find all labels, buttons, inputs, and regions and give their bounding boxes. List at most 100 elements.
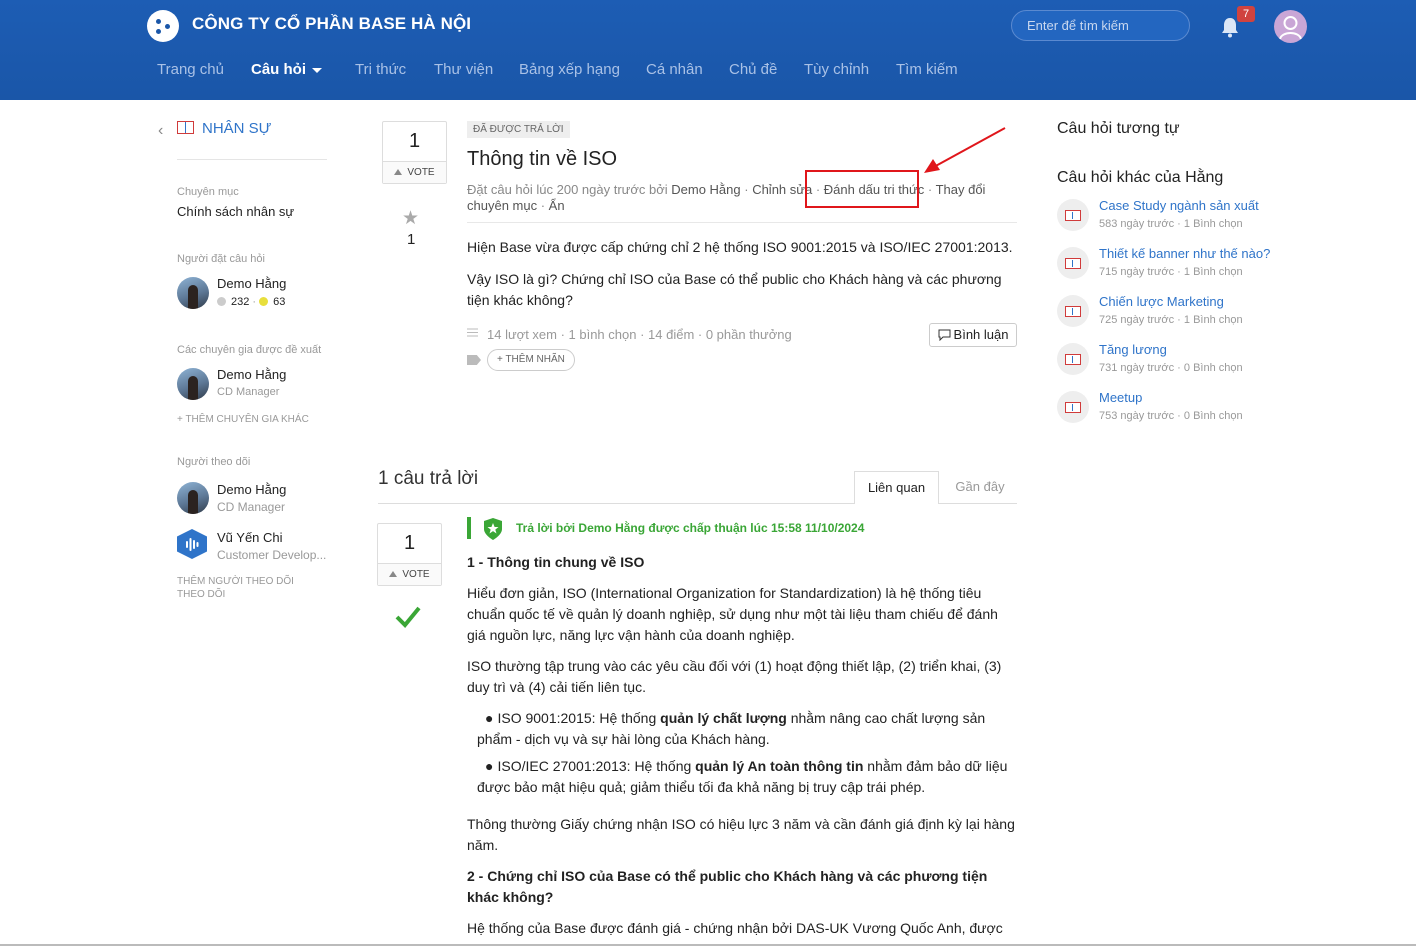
avatar[interactable]: [177, 368, 209, 400]
answer-paragraph: Hệ thống của Base được đánh giá - chứng …: [467, 920, 1003, 936]
shield-star-icon: [484, 518, 502, 540]
nav-search[interactable]: Tìm kiếm: [896, 61, 958, 78]
top-header: CÔNG TY CỔ PHẦN BASE HÀ NỘI Enter để tìm…: [0, 0, 1416, 100]
search-input[interactable]: Enter để tìm kiếm: [1011, 10, 1190, 41]
related-question-link[interactable]: Case Study ngành sản xuất: [1099, 198, 1259, 213]
follower-role: Customer Develop...: [217, 548, 327, 562]
nav-questions[interactable]: Câu hỏi: [251, 61, 322, 78]
tab-recent[interactable]: Gần đây: [944, 471, 1016, 504]
page-title: Thông tin về ISO: [467, 148, 618, 170]
expert-role: CD Manager: [217, 386, 280, 398]
related-question-link[interactable]: Thiết kế banner như thế nào?: [1099, 246, 1270, 261]
book-icon: [1057, 199, 1089, 231]
arrow-up-icon: [389, 571, 398, 577]
experts-label: Các chuyên gia được đề xuất: [177, 344, 322, 356]
related-question-link[interactable]: Tăng lương: [1099, 342, 1167, 357]
related-question-link[interactable]: Chiến lược Marketing: [1099, 294, 1224, 309]
related-question-meta: 715 ngày trước · 1 Bình chọn: [1099, 266, 1243, 278]
accepted-answer-text: Trả lời bởi Demo Hằng được chấp thuận lú…: [516, 521, 865, 535]
similar-questions-title: Câu hỏi tương tự: [1057, 120, 1180, 137]
company-name[interactable]: CÔNG TY CỔ PHẦN BASE HÀ NỘI: [192, 14, 471, 34]
add-follower-link[interactable]: THÊM NGƯỜI THEO DÕI THEO DÕI: [177, 575, 294, 601]
back-chevron-icon[interactable]: ‹: [158, 122, 163, 140]
nav-customize[interactable]: Tùy chỉnh: [804, 61, 869, 78]
chevron-down-icon: [312, 67, 322, 73]
question-vote-box[interactable]: 1 VOTE: [382, 121, 447, 184]
answer-paragraph: ISO thường tập trung vào các yêu cầu đối…: [467, 658, 1002, 695]
user-logo-icon[interactable]: [177, 529, 207, 559]
avatar[interactable]: [177, 482, 209, 514]
related-question-meta: 753 ngày trước · 0 Bình chọn: [1099, 410, 1243, 422]
user-avatar[interactable]: [1274, 10, 1307, 43]
follower-name[interactable]: Vũ Yến Chi: [217, 530, 283, 545]
book-icon: [1057, 343, 1089, 375]
arrow-up-icon: [394, 169, 403, 175]
vote-button[interactable]: VOTE: [383, 161, 446, 183]
question-body-line: Vậy ISO là gì? Chứng chỉ ISO của Base có…: [467, 271, 1002, 308]
answer-paragraph: Hiểu đơn giản, ISO (International Organi…: [467, 585, 998, 643]
book-icon: [1057, 247, 1089, 279]
highlight-box: [805, 170, 919, 208]
answer-paragraph: Thông thường Giấy chứng nhận ISO có hiệu…: [467, 816, 1015, 853]
nav-topics[interactable]: Chủ đề: [729, 61, 777, 78]
badge-dot-icon: [259, 297, 269, 306]
related-question-meta: 731 ngày trước · 0 Bình chọn: [1099, 362, 1243, 374]
department-link[interactable]: NHÂN SỰ: [202, 120, 272, 137]
hide-link[interactable]: Ẩn: [549, 198, 565, 213]
book-icon: [177, 121, 194, 134]
star-icon[interactable]: ★: [402, 207, 419, 230]
answer-vote-box[interactable]: 1 VOTE: [377, 523, 442, 586]
related-question-meta: 725 ngày trước · 1 Bình chọn: [1099, 314, 1243, 326]
notification-badge: 7: [1237, 6, 1255, 22]
question-body-line: Hiện Base vừa được cấp chứng chỉ 2 hệ th…: [467, 239, 1013, 255]
book-icon: [1057, 391, 1089, 423]
asker-stats: 232 · 63: [217, 296, 285, 308]
menu-lines-icon: [467, 328, 478, 337]
nav-personal[interactable]: Cá nhân: [646, 61, 703, 78]
book-icon: [1057, 295, 1089, 327]
author-link[interactable]: Demo Hằng: [671, 182, 740, 197]
answer-heading: 2 - Chứng chỉ ISO của Base có thể public…: [467, 868, 988, 905]
answer-heading: 1 - Thông tin chung về ISO: [467, 554, 645, 570]
vote-button[interactable]: VOTE: [378, 563, 441, 585]
answer-count: 1 câu trả lời: [378, 468, 479, 489]
expert-name[interactable]: Demo Hằng: [217, 367, 286, 382]
related-question-meta: 583 ngày trước · 1 Bình chọn: [1099, 218, 1243, 230]
list-item: ● ISO/IEC 27001:2013: Hệ thống quản lý An…: [477, 758, 1008, 795]
vote-count: 1: [403, 532, 416, 554]
accepted-check-icon: [395, 606, 421, 628]
other-questions-title: Câu hỏi khác của Hằng: [1057, 169, 1224, 186]
divider: [177, 159, 327, 160]
vote-count: 1: [408, 130, 421, 152]
category-value[interactable]: Chính sách nhân sự: [177, 204, 294, 219]
status-badge: ĐÃ ĐƯỢC TRẢ LỜI: [467, 121, 570, 138]
nav-library[interactable]: Thư viện: [434, 61, 493, 78]
avatar[interactable]: [177, 277, 209, 309]
comment-icon: [938, 329, 951, 342]
accepted-bar: [467, 517, 471, 539]
add-tag-button[interactable]: + THÊM NHÃN: [487, 349, 575, 371]
tab-related[interactable]: Liên quan: [854, 471, 939, 504]
category-label: Chuyên mục: [177, 186, 239, 198]
followers-label: Người theo dõi: [177, 456, 251, 468]
list-item: ● ISO 9001:2015: Hệ thống quản lý chất lư…: [477, 710, 986, 747]
follower-role: CD Manager: [217, 500, 286, 514]
question-meta: Đặt câu hỏi lúc 200 ngày trước bởi Demo …: [467, 182, 986, 213]
points-dot-icon: [217, 297, 226, 306]
follower-name[interactable]: Demo Hằng: [217, 482, 286, 497]
asker-label: Người đặt câu hỏi: [177, 253, 265, 265]
related-question-link[interactable]: Meetup: [1099, 390, 1142, 405]
add-expert-link[interactable]: + THÊM CHUYÊN GIA KHÁC: [177, 414, 309, 425]
nav-home[interactable]: Trang chủ: [157, 61, 224, 78]
question-stats: 14 lượt xem · 1 bình chọn · 14 điểm · 0 …: [467, 327, 792, 342]
comment-button[interactable]: Bình luận: [929, 323, 1017, 347]
tag-icon: [467, 355, 481, 365]
nav-ranking[interactable]: Bảng xếp hạng: [519, 61, 620, 78]
nav-knowledge[interactable]: Tri thức: [355, 61, 406, 78]
company-logo[interactable]: [147, 10, 179, 42]
annotation-arrow: [924, 127, 1006, 173]
asker-name[interactable]: Demo Hằng: [217, 276, 286, 291]
divider: [467, 222, 1017, 223]
edit-link[interactable]: Chỉnh sửa: [752, 182, 812, 197]
star-count: 1: [407, 231, 416, 248]
